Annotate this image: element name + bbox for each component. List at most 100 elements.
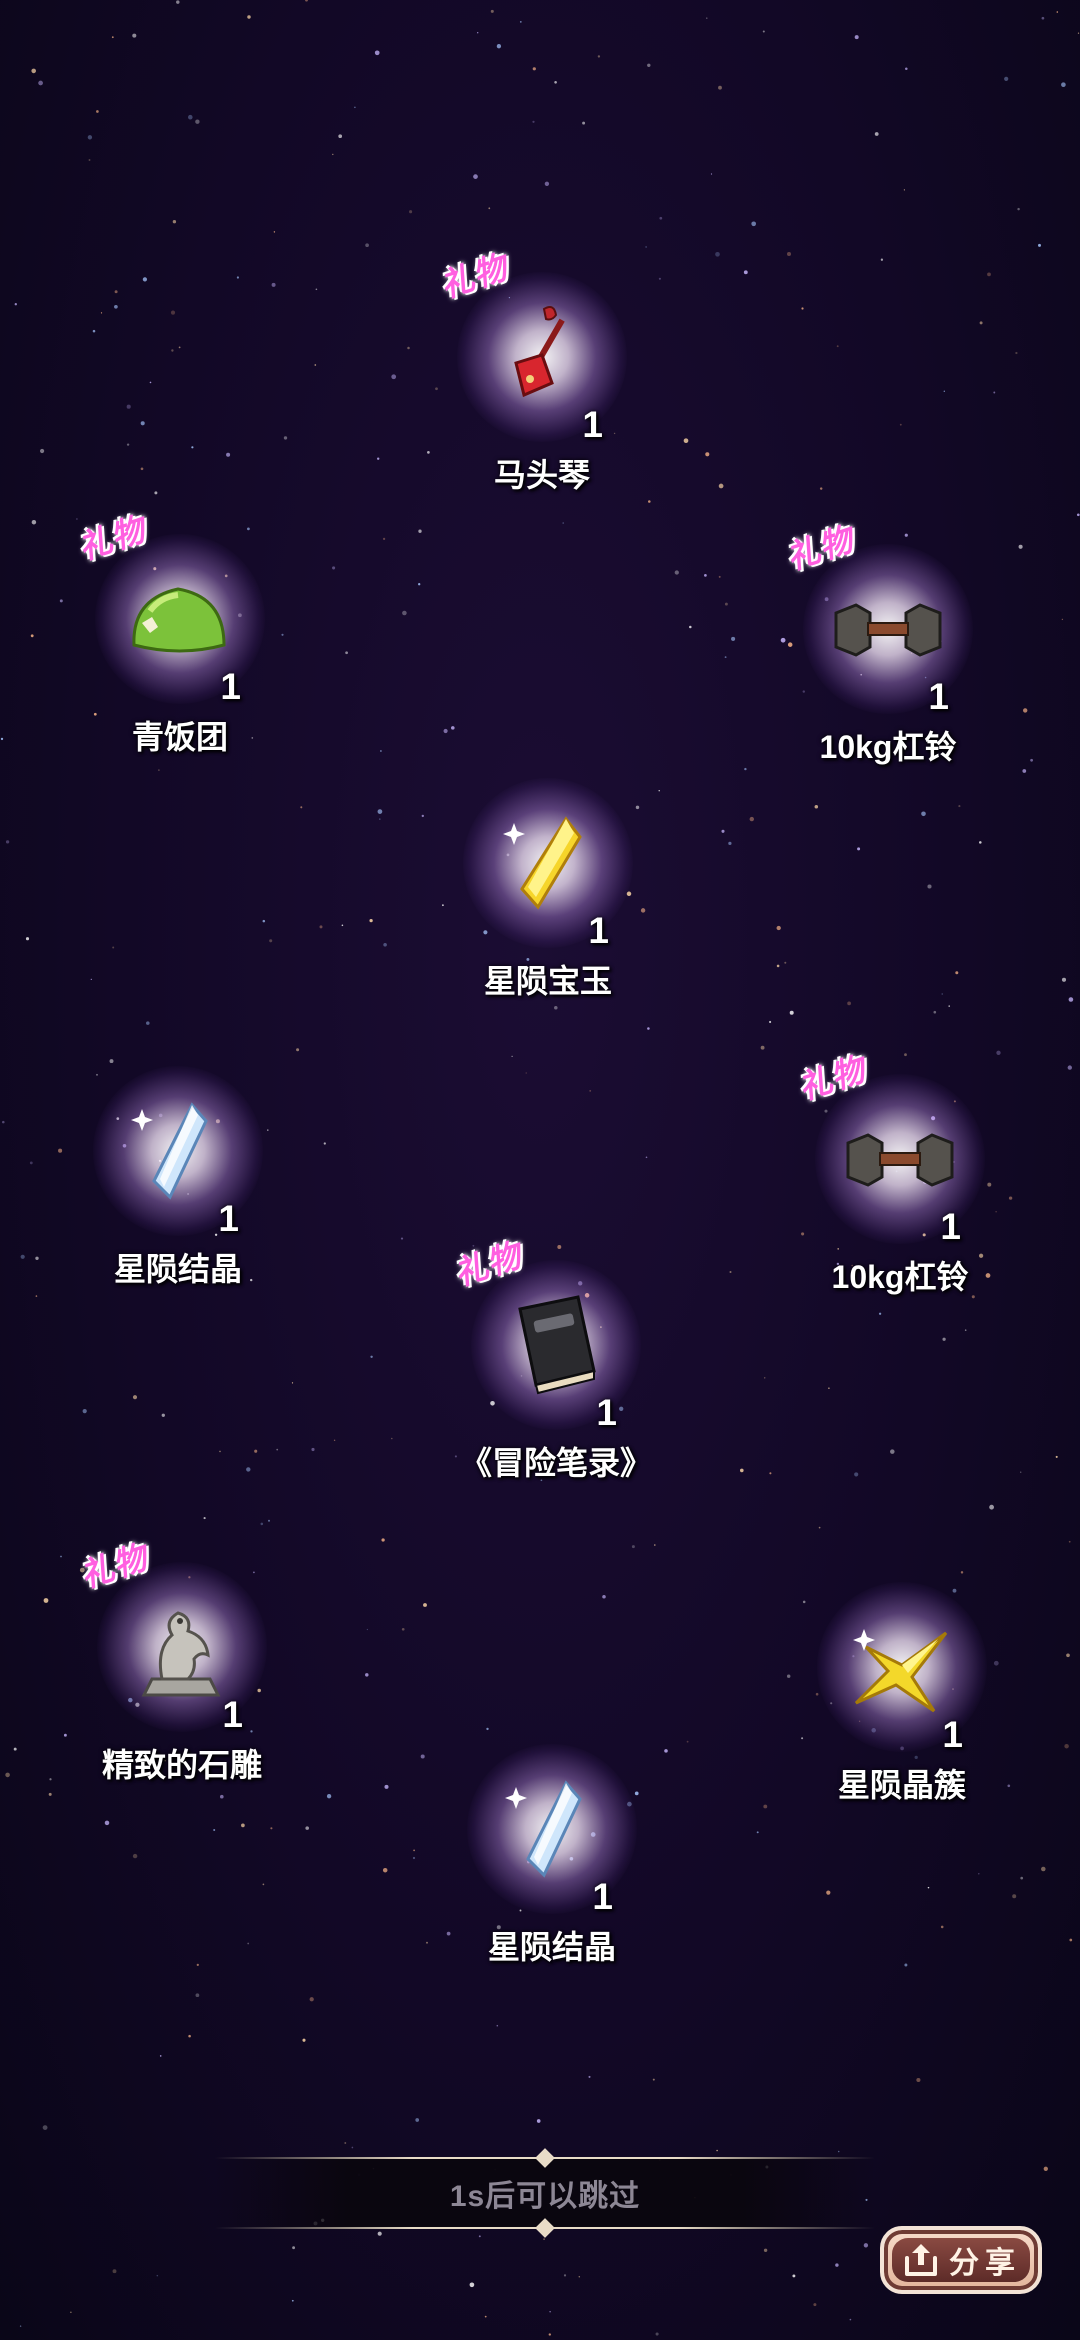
star — [409, 210, 413, 214]
star — [111, 36, 114, 39]
skip-countdown-bar[interactable]: 1s后可以跳过 — [215, 2148, 875, 2238]
star — [836, 345, 839, 348]
star — [554, 81, 557, 84]
star — [338, 134, 343, 139]
reward-item-adventure-notes[interactable]: 礼物 1 《冒险笔录》 — [426, 1236, 686, 1484]
star — [549, 2311, 551, 2313]
star — [525, 1072, 527, 1074]
star — [156, 2274, 159, 2277]
star — [652, 2078, 655, 2081]
reward-item-stone-statue[interactable]: 礼物 1 精致的石雕 — [52, 1538, 312, 1786]
star — [60, 1555, 62, 1558]
star — [718, 483, 724, 489]
star — [826, 1890, 831, 1895]
star — [597, 55, 601, 58]
star — [705, 452, 710, 457]
star — [880, 258, 884, 261]
star — [878, 1312, 882, 1315]
star — [226, 452, 231, 457]
star — [763, 1377, 766, 1379]
star — [1061, 618, 1064, 621]
star — [418, 583, 421, 586]
star — [333, 1439, 336, 1442]
star — [964, 1329, 967, 1331]
star — [760, 1045, 765, 1050]
star — [305, 1826, 309, 1830]
star — [941, 993, 943, 995]
star — [916, 2077, 921, 2083]
star — [269, 939, 273, 943]
star — [319, 925, 323, 929]
share-button[interactable]: 分享 — [880, 2226, 1042, 2294]
star — [763, 1804, 768, 1809]
star — [195, 119, 200, 124]
star — [96, 110, 99, 113]
star — [154, 491, 158, 495]
star — [562, 522, 564, 524]
star — [401, 1627, 405, 1631]
star — [92, 329, 96, 333]
star — [247, 527, 250, 531]
star — [1064, 1743, 1069, 1749]
star — [31, 68, 36, 74]
star — [979, 321, 983, 325]
star — [29, 1161, 33, 1165]
dumbbell-icon — [834, 603, 942, 657]
reward-item-blue-crystal[interactable]: 1 星陨结晶 — [48, 1066, 308, 1290]
star — [146, 1021, 150, 1025]
star — [647, 63, 651, 67]
star — [718, 575, 721, 578]
star — [857, 847, 861, 851]
star — [1068, 997, 1074, 1002]
star — [247, 1942, 250, 1945]
item-count: 1 — [596, 1392, 617, 1433]
star — [171, 349, 174, 352]
star — [219, 1450, 221, 1453]
star — [978, 1873, 980, 1875]
star — [1030, 758, 1033, 762]
reward-item-horsehead-fiddle[interactable]: 礼物 1 马头琴 — [412, 248, 672, 496]
star — [903, 189, 906, 191]
reward-item-green-riceball[interactable]: 礼物 1 青饭团 — [50, 510, 310, 758]
star — [1068, 1540, 1071, 1543]
star — [203, 1517, 206, 1520]
reward-item-yellow-gem[interactable]: 1 星陨宝玉 — [418, 778, 678, 1002]
star — [1077, 32, 1080, 34]
reward-item-star-crystal-cluster[interactable]: 1 星陨晶簇 — [772, 1582, 1032, 1806]
star — [19, 2325, 22, 2327]
star — [899, 423, 902, 426]
star — [300, 806, 303, 809]
star — [933, 1010, 937, 1014]
item-count: 1 — [220, 666, 241, 707]
star — [683, 438, 689, 444]
star — [114, 290, 118, 294]
star — [563, 2274, 567, 2277]
star — [188, 114, 193, 120]
reward-item-dumbbell[interactable]: 礼物 1 10kg杠铃 — [758, 520, 1018, 768]
star — [423, 1603, 427, 1607]
star — [377, 2231, 382, 2236]
star — [496, 2024, 499, 2027]
star — [1067, 1065, 1072, 1070]
item-name: 星陨宝玉 — [483, 963, 612, 999]
star — [126, 443, 130, 446]
star — [142, 277, 148, 282]
star — [1017, 207, 1020, 211]
star — [30, 634, 34, 638]
star — [927, 1886, 930, 1889]
star — [659, 216, 663, 220]
star — [943, 390, 945, 392]
star — [828, 1387, 830, 1390]
star — [704, 574, 707, 577]
star — [270, 1827, 273, 1830]
star — [1015, 351, 1018, 355]
item-name: 10kg杠铃 — [819, 729, 957, 765]
reward-item-dumbbell[interactable]: 礼物 1 10kg杠铃 — [770, 1050, 1030, 1298]
star — [291, 2299, 294, 2302]
star — [159, 2055, 162, 2057]
star — [382, 537, 386, 541]
green-riceball-icon — [132, 587, 226, 653]
star — [854, 1472, 859, 1477]
reward-item-blue-crystal[interactable]: 1 星陨结晶 — [422, 1744, 682, 1968]
star — [38, 80, 43, 86]
